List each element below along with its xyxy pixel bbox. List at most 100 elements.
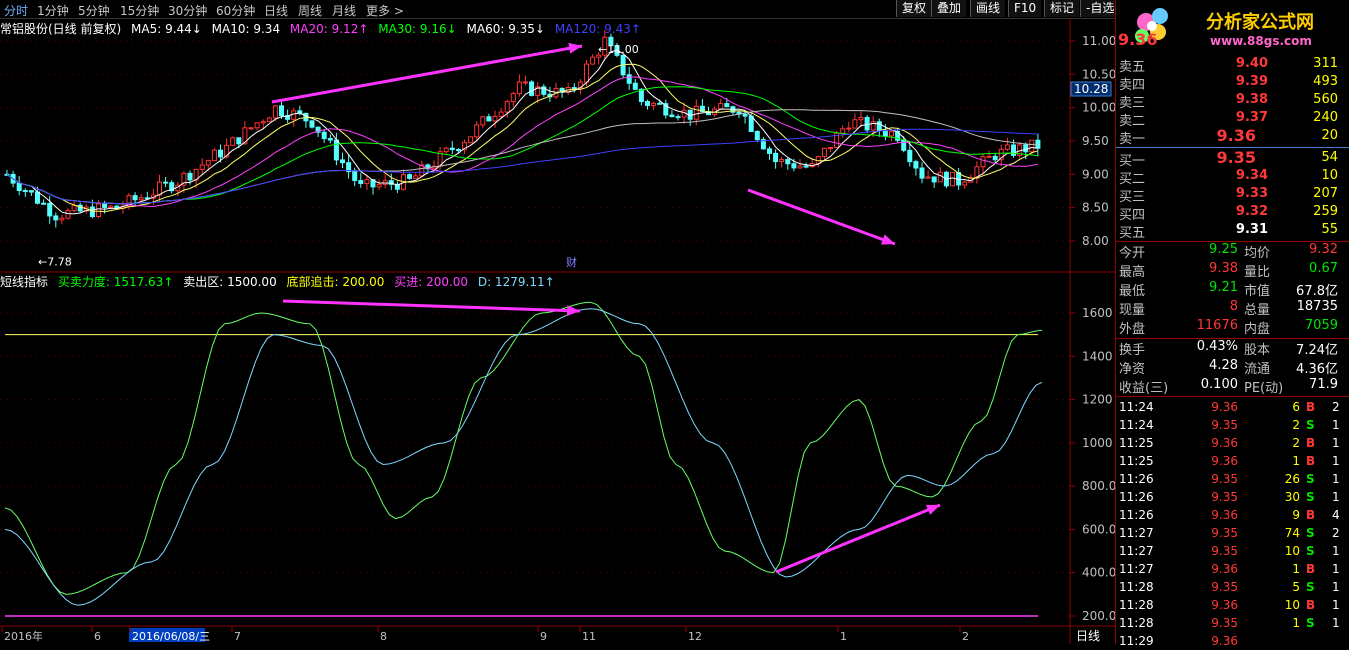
bid-row[interactable]: 买二 9.34 10 [1116,167,1349,187]
stat-value: 0.67 [1309,261,1338,276]
tick-price: 9.35 [1211,490,1238,504]
low-price-label: ←7.78 [38,256,72,269]
tick-side: B [1306,454,1316,468]
tick-time: 11:28 [1119,598,1154,612]
date-label: 7 [234,630,241,643]
candle-body [291,110,297,120]
timeframe-9[interactable]: 更多 > [366,2,404,19]
price-tick-label: 8.00 [1082,234,1109,248]
tick-row[interactable]: 11:26 9.35 30 S 1 [1116,488,1349,506]
candle-body [651,102,657,106]
tick-price: 9.36 [1211,598,1238,612]
toolbar-button-5[interactable]: -自选 [1080,0,1120,17]
bid-volume: 54 [1321,150,1338,165]
timeframe-3[interactable]: 15分钟 [120,2,159,19]
candle-body [632,82,638,90]
candle-body [510,93,516,103]
timeframe-0[interactable]: 分时 [4,2,28,19]
tick-list[interactable]: 11:24 9.36 6 B 2 11:24 9.35 2 S 1 11:25 9.… [1116,398,1349,648]
tick-row[interactable]: 11:28 9.35 1 S 1 [1116,614,1349,632]
candle-body [89,206,95,217]
tick-row[interactable]: 11:25 9.36 1 B 1 [1116,452,1349,470]
candle-body [913,161,919,169]
tick-time: 11:29 [1119,634,1154,648]
candle-body [1029,139,1035,153]
tick-row[interactable]: 11:27 9.36 1 B 1 [1116,560,1349,578]
d-line [4,308,1043,606]
candle-body [931,176,937,183]
candle-body [327,138,333,141]
tick-count: 1 [1332,472,1340,486]
candle-body [858,116,864,121]
timeframe-4[interactable]: 30分钟 [168,2,207,19]
tick-row[interactable]: 11:27 9.35 74 S 2 [1116,524,1349,542]
ask-row[interactable]: 卖三 9.38 560 [1116,91,1349,111]
stat-row: 现量 8 总量 18735 [1116,299,1349,318]
toolbar-button-1[interactable]: 叠加 [931,0,967,17]
ask-row[interactable]: 卖四 9.39 493 [1116,73,1349,93]
tick-row[interactable]: 11:29 9.36 [1116,632,1349,650]
tick-row[interactable]: 11:28 9.36 10 B 1 [1116,596,1349,614]
fund-value: 4.36亿 [1296,362,1338,377]
tick-side: S [1306,490,1315,504]
candle-body [138,197,144,201]
tick-volume: 2 [1292,436,1300,450]
stat-row: 最低 9.21 市值 67.8亿 [1116,280,1349,299]
tick-price: 9.35 [1211,616,1238,630]
ask-row[interactable]: 卖二 9.37 240 [1116,109,1349,129]
tick-row[interactable]: 11:27 9.35 10 S 1 [1116,542,1349,560]
timeframe-8[interactable]: 月线 [332,2,356,19]
current-price-marker-label: 10.28 [1074,82,1108,96]
toolbar-button-0[interactable]: 复权 [896,0,932,17]
indicator-arrow-top [282,299,581,313]
stat-row: 最高 9.38 量比 0.67 [1116,261,1349,280]
bid-volume: 10 [1321,168,1338,183]
tick-row[interactable]: 11:24 9.35 2 S 1 [1116,416,1349,434]
bid-price: 9.35 [1216,148,1256,167]
stat-value: 8 [1229,299,1238,314]
tick-row[interactable]: 11:24 9.36 6 B 2 [1116,398,1349,416]
tick-volume: 1 [1292,562,1300,576]
tick-row[interactable]: 11:25 9.36 2 B 1 [1116,434,1349,452]
bid-row[interactable]: 买一 9.35 54 [1116,148,1349,169]
indicator-tick-label: 800.0 [1082,479,1115,493]
candle-body [279,105,284,117]
timeframe-6[interactable]: 日线 [264,2,288,19]
candle-body [767,148,772,154]
candle-body [96,203,101,217]
candle-body [907,149,913,163]
timeframe-1[interactable]: 1分钟 [37,2,69,19]
tick-time: 11:27 [1119,562,1154,576]
tick-volume: 1 [1292,454,1300,468]
bid-row[interactable]: 买五 9.31 55 [1116,221,1349,241]
tick-row[interactable]: 11:28 9.35 5 S 1 [1116,578,1349,596]
bid-row[interactable]: 买四 9.32 259 [1116,203,1349,223]
candle-body [937,171,943,183]
timeframe-5[interactable]: 60分钟 [216,2,255,19]
toolbar-button-4[interactable]: 标记 [1044,0,1080,17]
price-chart[interactable]: 11.0010.5010.009.509.008.508.0010.281600… [0,18,1115,644]
current-price-partial: 9.36 [1118,30,1158,49]
timeframe-2[interactable]: 5分钟 [78,2,110,19]
stat-value: 9.38 [1209,261,1238,276]
candle-body [584,63,589,83]
bid-row[interactable]: 买三 9.33 207 [1116,185,1349,205]
candle-body [529,81,535,96]
tick-row[interactable]: 11:26 9.35 26 S 1 [1116,470,1349,488]
candle-body [980,156,986,168]
ask-row[interactable]: 卖一 9.36 20 [1116,126,1349,147]
toolbar-button-2[interactable]: 画线 [970,0,1006,17]
timeframe-7[interactable]: 周线 [298,2,322,19]
fundamental-row: 净资 4.28 流通 4.36亿 [1116,358,1349,377]
candle-body [864,116,870,131]
price-tick-label: 10.50 [1082,67,1115,81]
tick-price: 9.36 [1211,436,1238,450]
candle-body [962,181,968,186]
tick-price: 9.36 [1211,634,1238,648]
event-marker: 财 [566,255,577,269]
price-tick-label: 10.00 [1082,101,1115,115]
tick-row[interactable]: 11:26 9.36 9 B 4 [1116,506,1349,524]
candle-body [492,115,498,122]
ask-row[interactable]: 卖五 9.40 311 [1116,55,1349,75]
toolbar-button-3[interactable]: F10 [1008,0,1042,17]
